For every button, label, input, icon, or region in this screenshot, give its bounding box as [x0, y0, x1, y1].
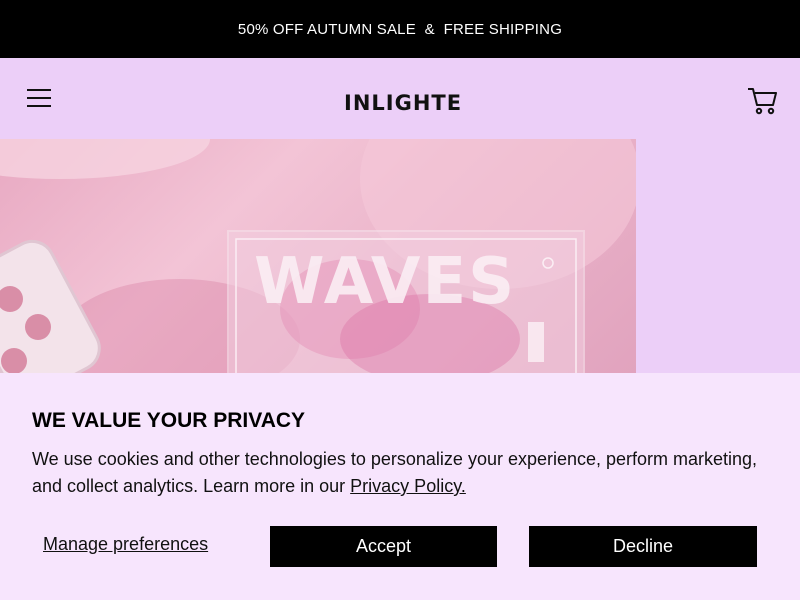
manage-preferences-link[interactable]: Manage preferences — [43, 534, 208, 555]
privacy-policy-link[interactable]: Privacy Policy. — [350, 476, 466, 496]
decline-button[interactable]: Decline — [529, 526, 757, 567]
hero-image: WAVES — [0, 139, 636, 373]
hero-overlay-text: WAVES — [254, 245, 517, 319]
site-logo[interactable]: INLIGHTE — [344, 91, 462, 119]
cookie-consent-banner: WE VALUE YOUR PRIVACY We use cookies and… — [0, 373, 800, 600]
accept-button[interactable]: Accept — [270, 526, 497, 567]
shopping-cart-icon[interactable] — [745, 84, 779, 116]
hero-side-panel — [636, 139, 800, 373]
cookie-banner-title: WE VALUE YOUR PRIVACY — [32, 409, 306, 432]
cookie-banner-text: We use cookies and other technologies to… — [32, 446, 772, 500]
announcement-text: 50% OFF AUTUMN SALE & FREE SHIPPING — [237, 20, 563, 38]
site-header: INLIGHTE — [0, 58, 800, 139]
announcement-bar: 50% OFF AUTUMN SALE & FREE SHIPPING — [0, 0, 800, 58]
hamburger-menu-icon[interactable] — [24, 86, 54, 112]
